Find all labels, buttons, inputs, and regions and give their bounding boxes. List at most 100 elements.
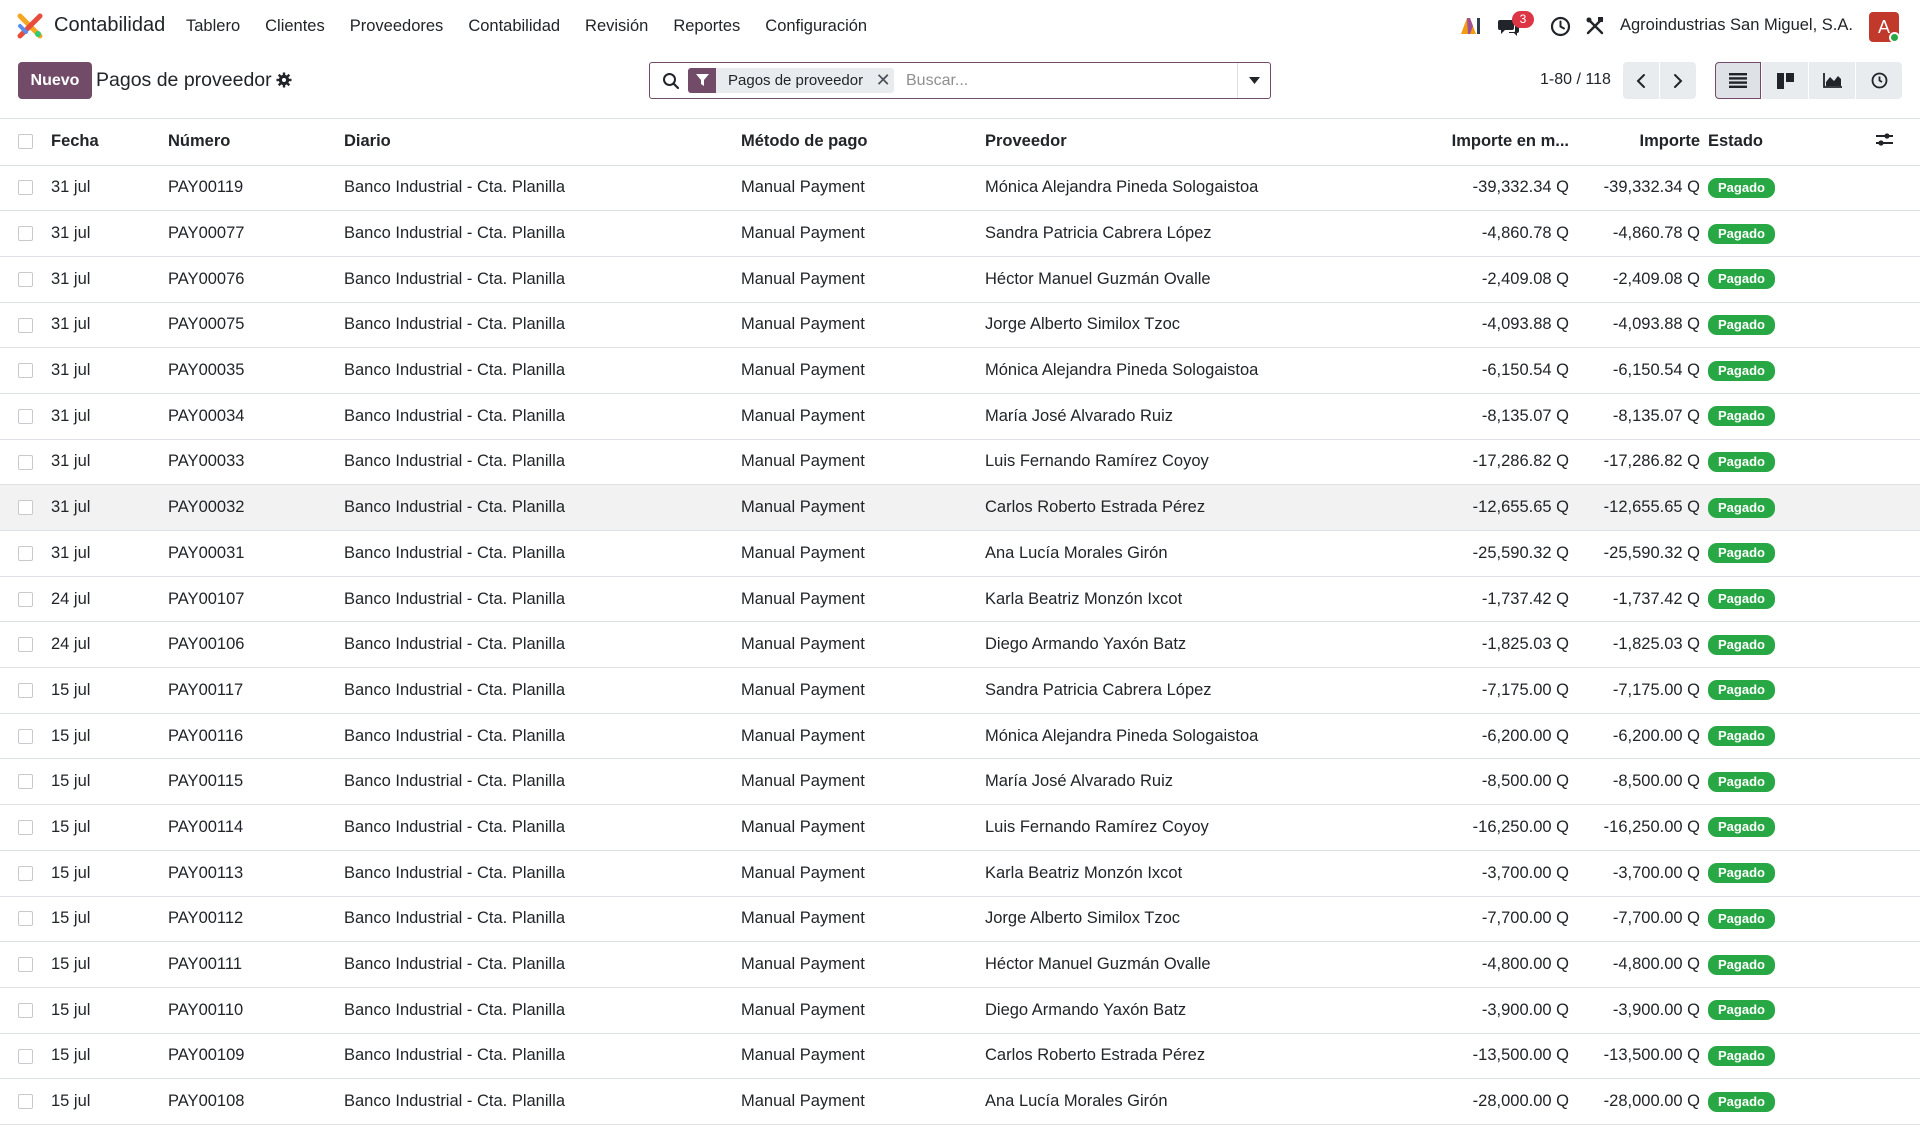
row-checkbox[interactable]	[18, 637, 33, 653]
row-select-cell	[0, 439, 51, 486]
table-row[interactable]: 15 jul PAY00114 Banco Industrial - Cta. Pl…	[0, 804, 1920, 851]
row-select-cell	[0, 850, 51, 897]
row-checkbox[interactable]	[18, 363, 33, 379]
table-row[interactable]: 31 jul PAY00035 Banco Industrial - Cta. Pl…	[0, 347, 1920, 394]
column-header-diario[interactable]: Diario	[344, 119, 741, 166]
search-input[interactable]	[906, 68, 1206, 93]
row-checkbox[interactable]	[18, 545, 33, 561]
menu-item-revision[interactable]: Revisión	[585, 17, 648, 36]
status-badge: Pagado	[1708, 680, 1775, 701]
table-row[interactable]: 31 jul PAY00031 Banco Industrial - Cta. Pl…	[0, 530, 1920, 577]
search-icon[interactable]	[662, 72, 680, 90]
table-row[interactable]: 15 jul PAY00117 Banco Industrial - Cta. Pl…	[0, 667, 1920, 714]
activity-clock-icon[interactable]	[1550, 16, 1571, 37]
table-row[interactable]: 15 jul PAY00116 Banco Industrial - Cta. Pl…	[0, 713, 1920, 760]
cell-estado: Pagado	[1700, 439, 1876, 486]
column-header-proveedor[interactable]: Proveedor	[985, 119, 1435, 166]
row-checkbox[interactable]	[18, 591, 33, 607]
row-checkbox[interactable]	[18, 683, 33, 699]
table-row[interactable]: 15 jul PAY00110 Banco Industrial - Cta. Pl…	[0, 987, 1920, 1034]
row-checkbox[interactable]	[18, 728, 33, 744]
status-badge: Pagado	[1708, 497, 1775, 518]
table-row[interactable]: 15 jul PAY00112 Banco Industrial - Cta. Pl…	[0, 896, 1920, 943]
table-row[interactable]: 31 jul PAY00034 Banco Industrial - Cta. Pl…	[0, 393, 1920, 440]
row-checkbox[interactable]	[18, 820, 33, 836]
table-row[interactable]: 31 jul PAY00076 Banco Industrial - Cta. Pl…	[0, 256, 1920, 303]
cell-estado: Pagado	[1700, 1078, 1876, 1125]
table-row[interactable]: 31 jul PAY00077 Banco Industrial - Cta. Pl…	[0, 210, 1920, 257]
column-header-metodo[interactable]: Método de pago	[741, 119, 985, 166]
menu-item-tablero[interactable]: Tablero	[186, 17, 240, 36]
cell-importe-moneda: -3,700.00 Q	[1435, 850, 1569, 897]
row-checkbox[interactable]	[18, 1048, 33, 1064]
cell-numero: PAY00106	[168, 621, 344, 669]
row-checkbox[interactable]	[18, 180, 33, 196]
cell-estado: Pagado	[1700, 530, 1876, 577]
cell-fecha: 31 jul	[51, 302, 168, 349]
table-row[interactable]: 24 jul PAY00107 Banco Industrial - Cta. Pl…	[0, 576, 1920, 623]
app-name[interactable]: Contabilidad	[54, 14, 165, 37]
column-settings-icon[interactable]	[1876, 132, 1893, 147]
table-row[interactable]: 15 jul PAY00108 Banco Industrial - Cta. Pl…	[0, 1078, 1920, 1125]
menu-item-contabilidad[interactable]: Contabilidad	[468, 17, 560, 36]
cell-proveedor: María José Alvarado Ruiz	[985, 393, 1435, 440]
chevron-left-icon	[1636, 73, 1645, 88]
pager-value[interactable]: 1-80 / 118	[1540, 71, 1611, 89]
table-row[interactable]: 31 jul PAY00119 Banco Industrial - Cta. Pl…	[0, 165, 1920, 212]
menu-item-reportes[interactable]: Reportes	[673, 17, 740, 36]
column-header-importe-moneda[interactable]: Importe en m...	[1435, 119, 1569, 166]
cell-estado: Pagado	[1700, 804, 1876, 851]
table-row[interactable]: 15 jul PAY00111 Banco Industrial - Cta. Pl…	[0, 941, 1920, 988]
table-row[interactable]: 24 jul PAY00106 Banco Industrial - Cta. Pl…	[0, 621, 1920, 669]
view-activity-button[interactable]	[1856, 62, 1902, 99]
column-header-estado[interactable]: Estado	[1700, 119, 1876, 166]
table-row[interactable]: 31 jul PAY00032 Banco Industrial - Cta. Pl…	[0, 484, 1920, 531]
cell-importe-moneda: -8,135.07 Q	[1435, 393, 1569, 440]
row-checkbox[interactable]	[18, 317, 33, 333]
row-select-cell	[0, 393, 51, 440]
table-row[interactable]: 31 jul PAY00075 Banco Industrial - Cta. Pl…	[0, 302, 1920, 349]
row-checkbox[interactable]	[18, 454, 33, 470]
row-checkbox[interactable]	[18, 1094, 33, 1110]
column-header-fecha[interactable]: Fecha	[51, 119, 168, 166]
cell-diario: Banco Industrial - Cta. Planilla	[344, 713, 741, 760]
row-checkbox[interactable]	[18, 1002, 33, 1018]
pager-next-button[interactable]	[1660, 62, 1696, 99]
company-switcher[interactable]: Agroindustrias San Miguel, S.A.	[1620, 16, 1853, 35]
page-title[interactable]: Pagos de proveedor	[96, 69, 272, 92]
new-button[interactable]: Nuevo	[18, 62, 92, 99]
pager-previous-button[interactable]	[1623, 62, 1659, 99]
gear-icon[interactable]	[276, 72, 292, 88]
menu-item-configuracion[interactable]: Configuración	[765, 17, 867, 36]
close-icon[interactable]: ✕	[872, 68, 894, 93]
menu-item-proveedores[interactable]: Proveedores	[350, 17, 444, 36]
row-checkbox[interactable]	[18, 271, 33, 287]
row-checkbox[interactable]	[18, 911, 33, 927]
table-row[interactable]: 31 jul PAY00033 Banco Industrial - Cta. Pl…	[0, 439, 1920, 486]
view-graph-button[interactable]	[1809, 62, 1855, 99]
table-row[interactable]: 15 jul PAY00109 Banco Industrial - Cta. Pl…	[0, 1033, 1920, 1080]
status-badge: Pagado	[1708, 771, 1775, 792]
cell-proveedor: Ana Lucía Morales Girón	[985, 1078, 1435, 1125]
row-checkbox[interactable]	[18, 408, 33, 424]
row-checkbox[interactable]	[18, 957, 33, 973]
payments-list: Fecha Número Diario Método de pago Prove…	[0, 118, 1920, 1143]
view-kanban-button[interactable]	[1762, 62, 1808, 99]
ai-assistant-icon[interactable]	[1459, 16, 1481, 36]
row-spacer-cell	[1876, 576, 1920, 623]
row-checkbox[interactable]	[18, 774, 33, 790]
select-all-checkbox[interactable]	[18, 134, 33, 150]
cell-numero: PAY00034	[168, 393, 344, 440]
debug-tools-icon[interactable]	[1585, 16, 1605, 36]
row-checkbox[interactable]	[18, 500, 33, 516]
app-logo-icon[interactable]	[16, 12, 44, 40]
row-checkbox[interactable]	[18, 226, 33, 242]
column-header-importe[interactable]: Importe	[1569, 119, 1700, 166]
table-row[interactable]: 15 jul PAY00115 Banco Industrial - Cta. Pl…	[0, 758, 1920, 806]
row-checkbox[interactable]	[18, 865, 33, 881]
view-list-button[interactable]	[1715, 62, 1761, 99]
column-header-numero[interactable]: Número	[168, 119, 344, 166]
search-options-toggle[interactable]	[1237, 63, 1270, 98]
menu-item-clientes[interactable]: Clientes	[265, 17, 325, 36]
table-row[interactable]: 15 jul PAY00113 Banco Industrial - Cta. Pl…	[0, 850, 1920, 897]
